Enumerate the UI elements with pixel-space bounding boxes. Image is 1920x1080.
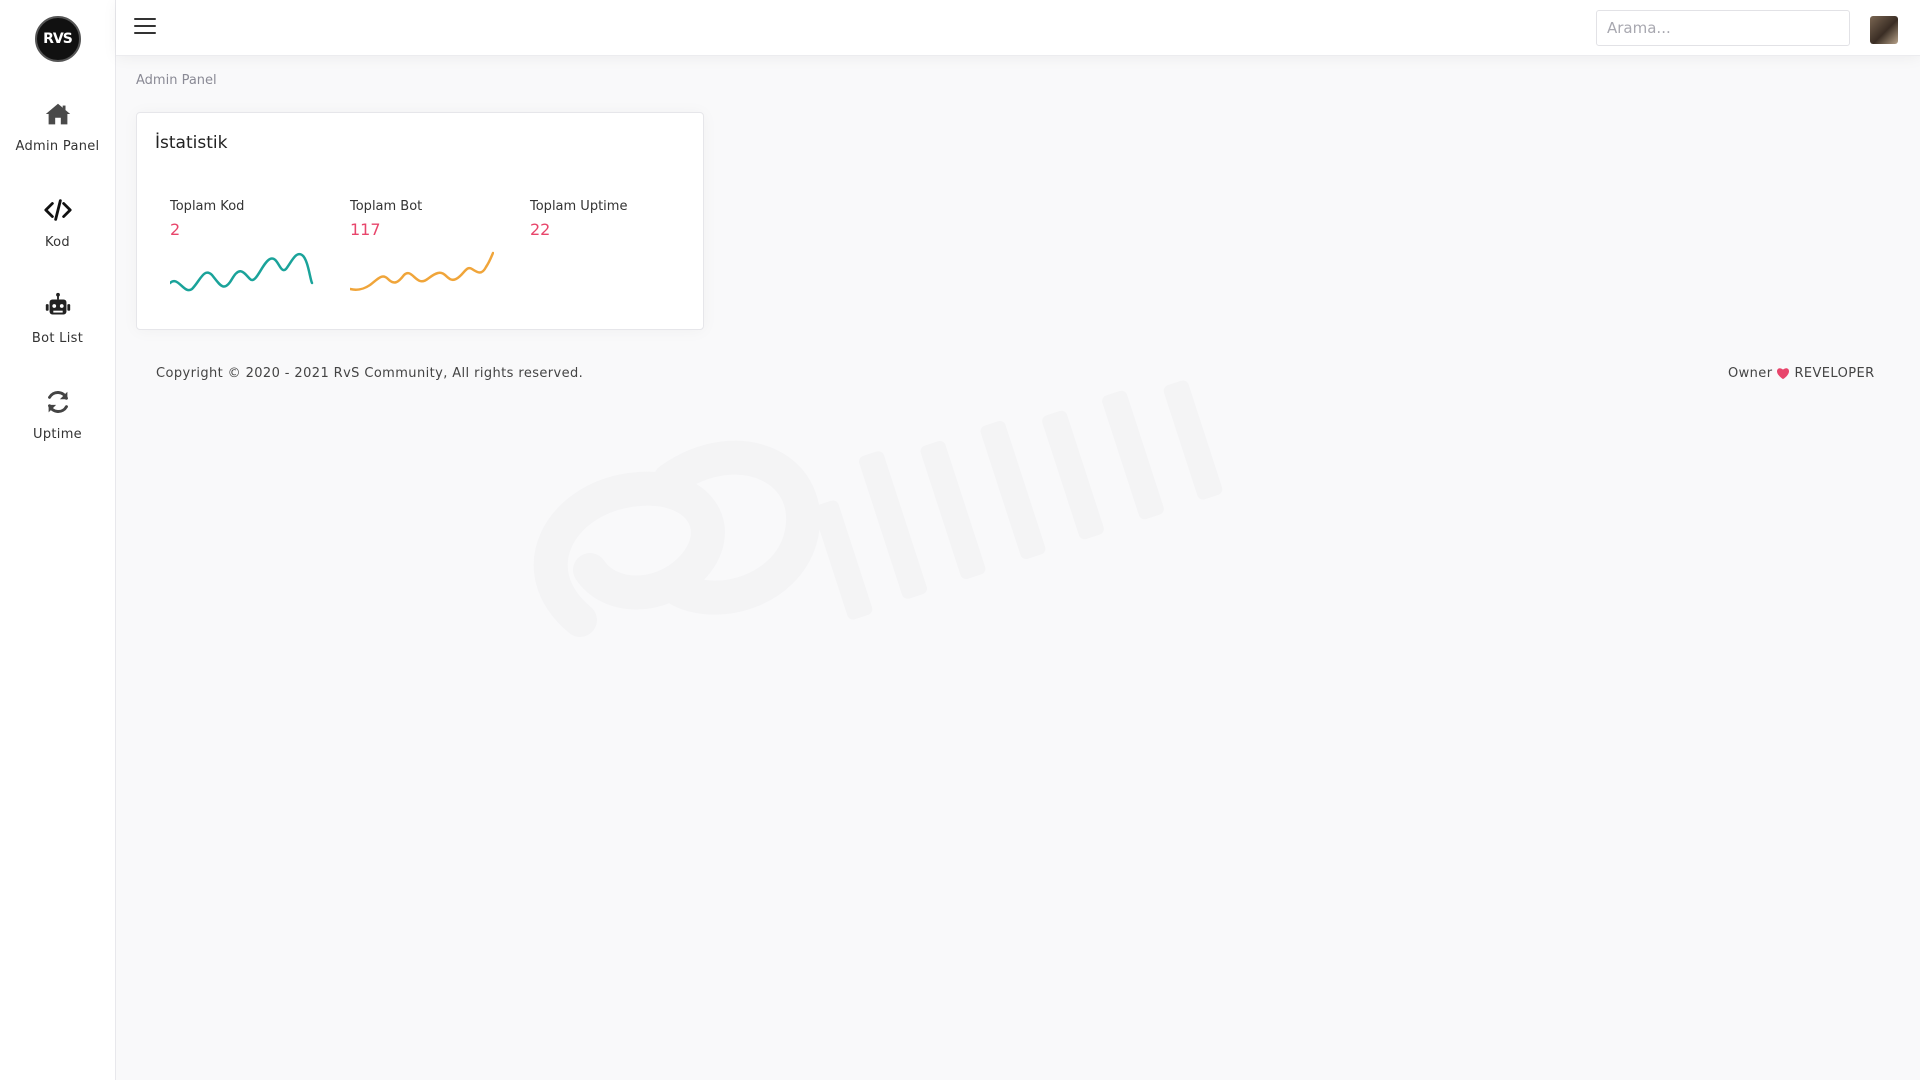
footer-copyright: Copyright © 2020 - 2021 RvS Community, A… [156, 366, 584, 381]
top-bar [116, 0, 1920, 56]
robot-icon [45, 292, 70, 314]
sidebar-item-admin-panel[interactable]: Admin Panel [0, 78, 116, 174]
owner-prefix: Owner [1728, 366, 1773, 381]
watermark-logo [533, 380, 1223, 637]
sparkline-bot [350, 251, 494, 292]
owner-name: REVELOPER [1794, 366, 1875, 381]
stat-label: Toplam Uptime [530, 199, 628, 214]
sidebar-item-bot-list[interactable]: Bot List [0, 270, 116, 366]
sidebar-item-kod[interactable]: Kod [0, 174, 116, 270]
breadcrumb[interactable]: Admin Panel [136, 73, 217, 88]
heart-icon [1777, 368, 1790, 380]
stat-value: 2 [170, 220, 181, 239]
sidebar-item-uptime[interactable]: Uptime [0, 366, 116, 462]
stat-value: 22 [530, 220, 551, 239]
stats-card: İstatistik Toplam Kod 2 Toplam Bot 117 T… [136, 112, 704, 330]
stat-toplam-uptime: Toplam Uptime 22 [530, 199, 690, 239]
stat-toplam-bot: Toplam Bot 117 [350, 199, 510, 301]
refresh-icon [47, 390, 68, 413]
stat-label: Toplam Kod [170, 199, 245, 214]
hamburger-menu-icon[interactable] [134, 18, 156, 36]
stat-toplam-kod: Toplam Kod 2 [170, 199, 330, 301]
stat-value: 117 [350, 220, 381, 239]
avatar[interactable] [1870, 16, 1898, 44]
code-icon [43, 198, 72, 221]
sparkline-kod [170, 252, 314, 292]
search-input[interactable] [1596, 10, 1850, 46]
sidebar-item-label: Admin Panel [15, 138, 100, 154]
sidebar-item-label: Uptime [33, 426, 82, 442]
sidebar: RVS Admin Panel Kod Bot List Uptime [0, 0, 116, 1080]
sidebar-item-label: Kod [45, 234, 70, 250]
rvs-logo[interactable]: RVS [34, 16, 81, 62]
sidebar-item-label: Bot List [31, 330, 84, 346]
logo-text: RVS [43, 31, 73, 47]
stat-label: Toplam Bot [350, 199, 423, 214]
card-title: İstatistik [155, 133, 228, 153]
home-icon [45, 103, 70, 124]
footer-owner: Owner REVELOPER [1728, 366, 1875, 381]
